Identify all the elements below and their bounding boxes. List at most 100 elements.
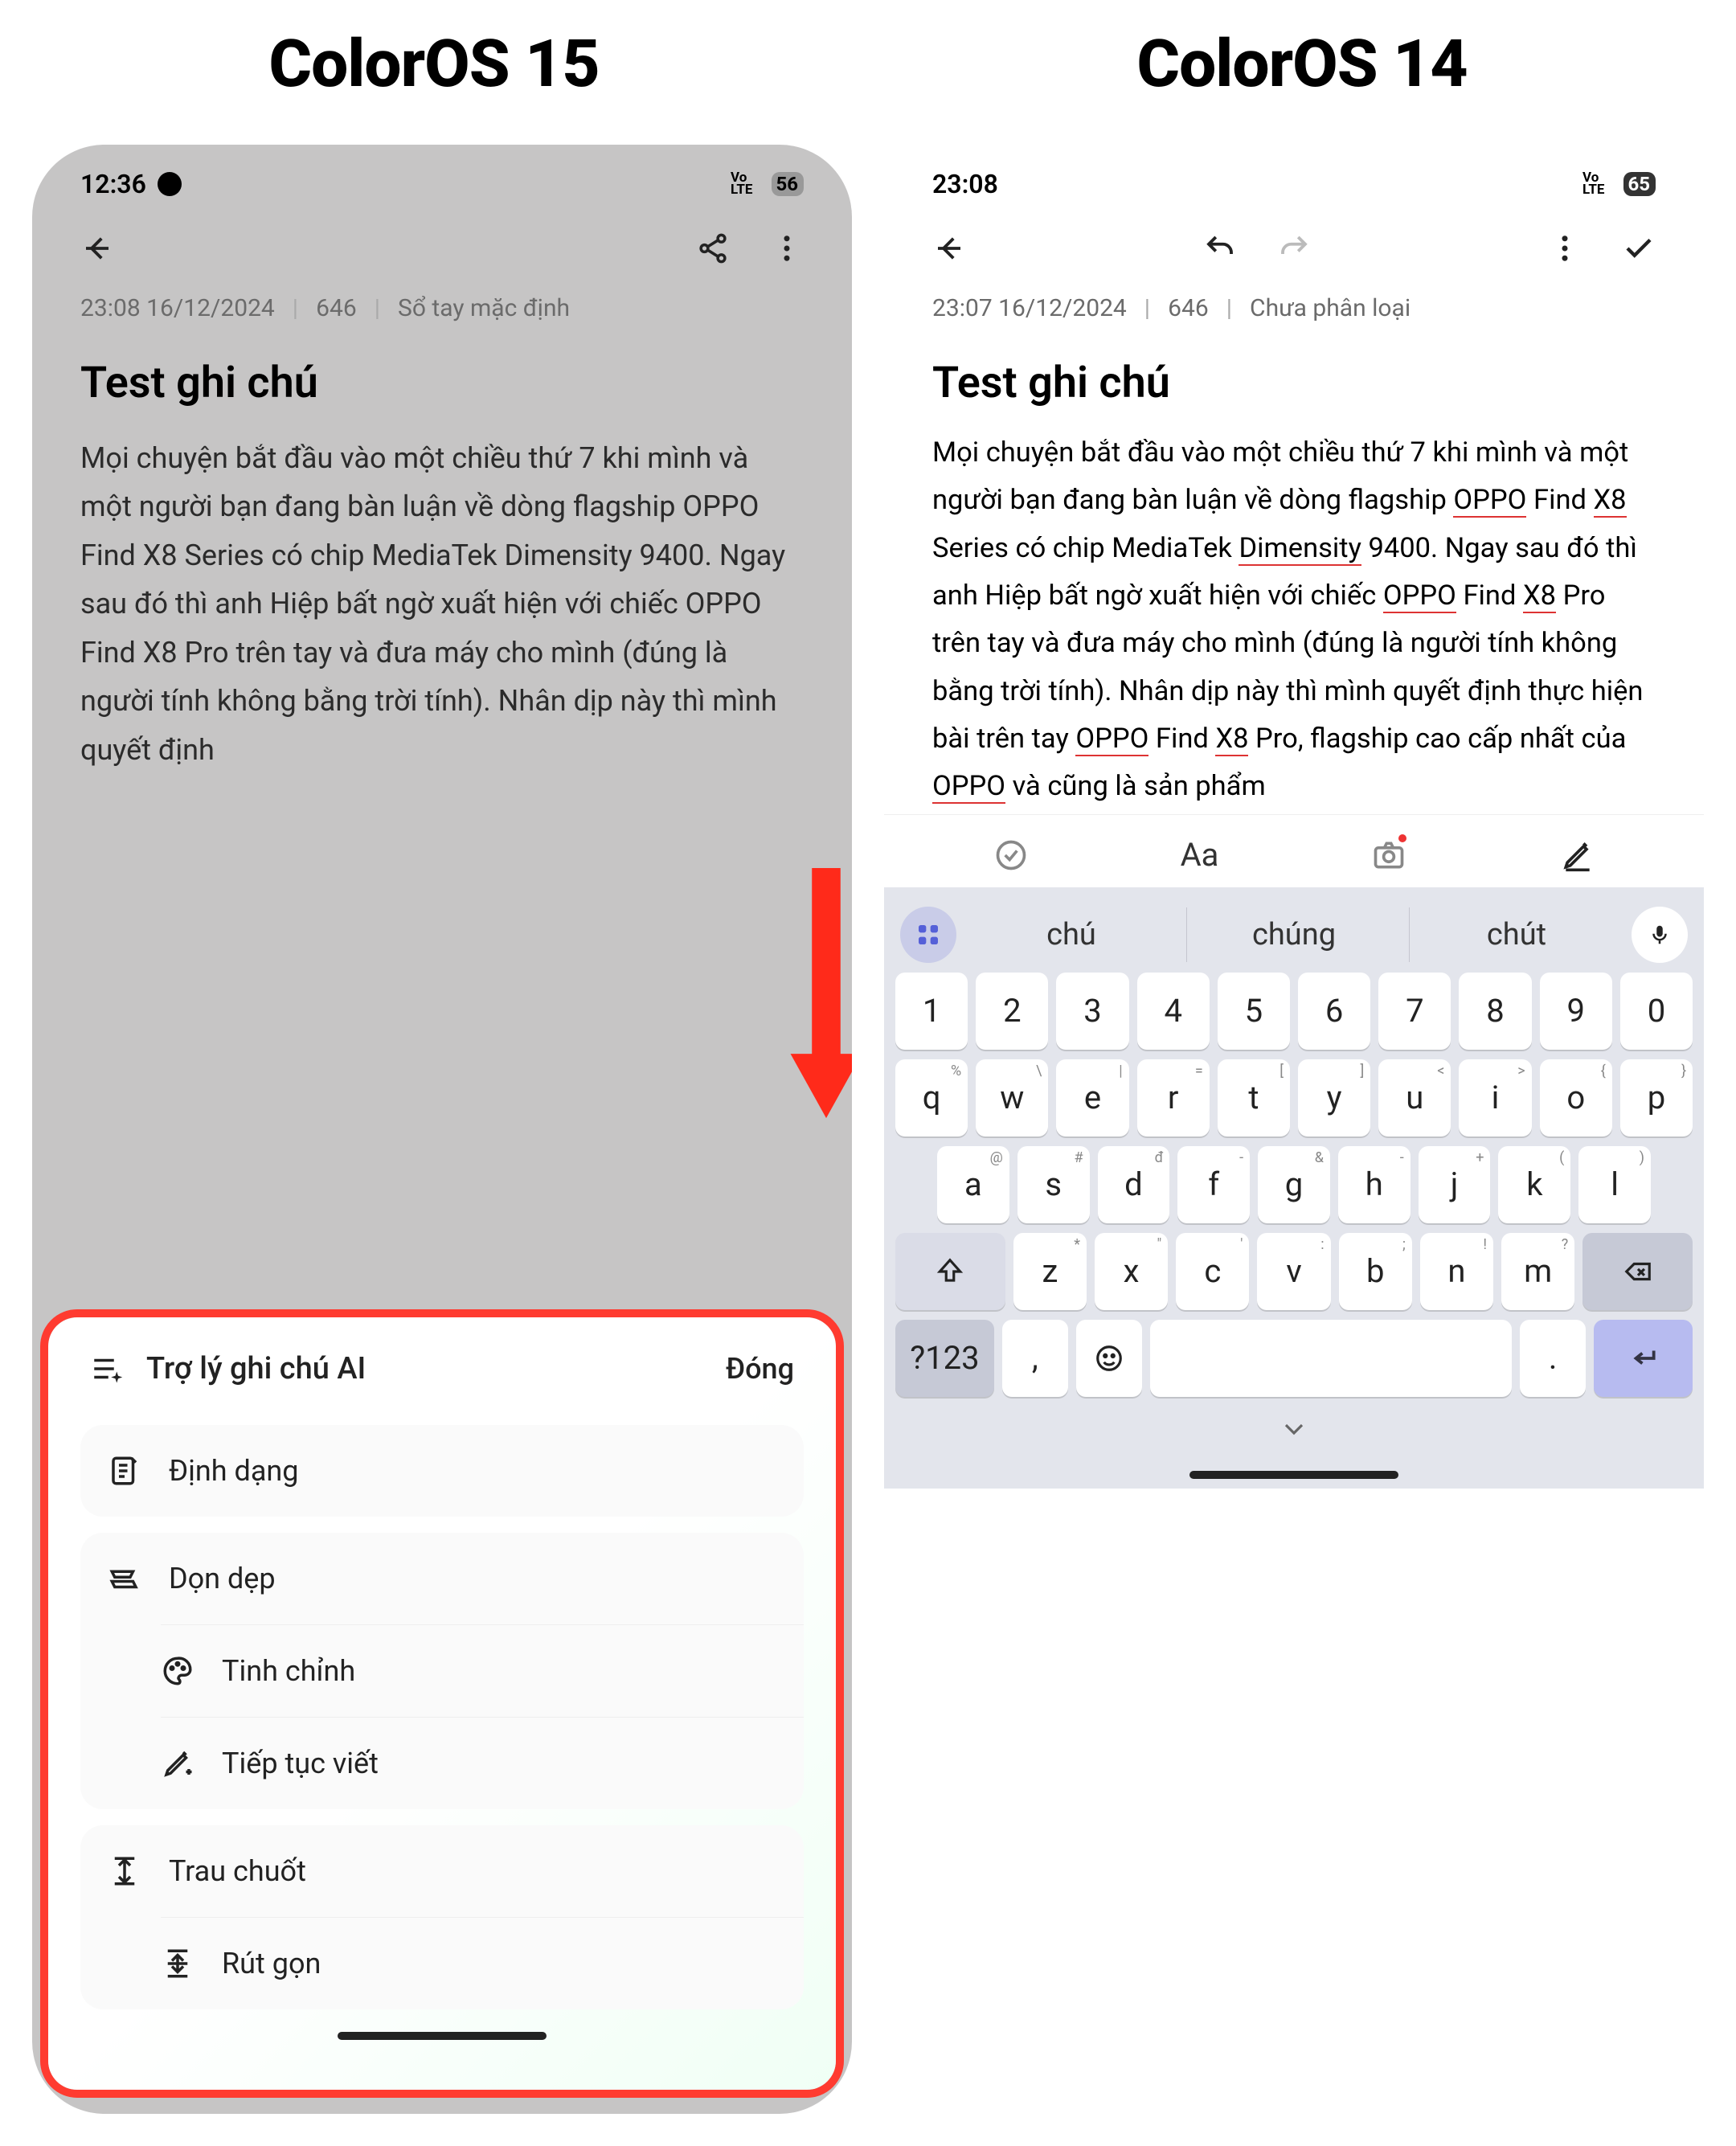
back-button[interactable] <box>932 231 966 265</box>
kb-key[interactable]: q% <box>895 1059 968 1136</box>
kb-suggestion[interactable]: chút <box>1409 907 1623 962</box>
volte-icon: VoLTE <box>1582 172 1604 197</box>
kb-key[interactable]: 4 <box>1137 973 1210 1050</box>
note-title[interactable]: Test ghi chú <box>884 330 1704 415</box>
kb-period-key[interactable]: . <box>1520 1320 1586 1397</box>
kb-backspace-key[interactable] <box>1582 1233 1693 1310</box>
kb-key[interactable]: p} <box>1620 1059 1693 1136</box>
kb-key[interactable]: dđ <box>1098 1146 1170 1223</box>
ai-item-format[interactable]: Định dạng <box>80 1425 804 1517</box>
undo-button[interactable] <box>1203 231 1237 265</box>
kb-key[interactable]: e| <box>1056 1059 1128 1136</box>
kb-apps-button[interactable] <box>900 907 956 963</box>
kb-key[interactable]: 1 <box>895 973 968 1050</box>
kb-key[interactable]: k( <box>1498 1146 1570 1223</box>
kb-key[interactable]: o{ <box>1540 1059 1612 1136</box>
done-button[interactable] <box>1622 231 1656 265</box>
kb-key[interactable]: y] <box>1298 1059 1370 1136</box>
kb-key[interactable]: z* <box>1013 1233 1087 1310</box>
kb-key[interactable]: c' <box>1176 1233 1249 1310</box>
kb-key[interactable]: 5 <box>1218 973 1290 1050</box>
kb-suggestion[interactable]: chúng <box>1186 907 1401 962</box>
spellcheck-word[interactable]: X8 <box>1215 723 1248 756</box>
kb-key[interactable]: i> <box>1459 1059 1531 1136</box>
ai-close-button[interactable]: Đóng <box>726 1352 794 1386</box>
spellcheck-word[interactable]: X8 <box>1523 580 1556 613</box>
more-button[interactable] <box>770 231 804 265</box>
note-text[interactable]: Find <box>1148 723 1215 755</box>
panel-coloros14: 23:08 VoLTE 65 <box>884 145 1704 2114</box>
kb-collapse-button[interactable] <box>891 1402 1697 1448</box>
spellcheck-word[interactable]: OPPO <box>1075 723 1148 756</box>
back-button[interactable] <box>80 231 114 265</box>
kb-key[interactable]: 6 <box>1298 973 1370 1050</box>
kb-shift-key[interactable] <box>895 1233 1005 1310</box>
spellcheck-word[interactable]: OPPO <box>1383 580 1456 613</box>
kb-key[interactable]: n! <box>1420 1233 1493 1310</box>
editor-toolbar: Aa <box>884 814 1704 887</box>
spellcheck-word[interactable]: OPPO <box>932 770 1005 804</box>
kb-space-key[interactable] <box>1150 1320 1513 1397</box>
home-indicator[interactable] <box>1189 1471 1398 1479</box>
kb-mic-button[interactable] <box>1632 907 1688 963</box>
share-button[interactable] <box>696 231 730 265</box>
note-text[interactable]: Find <box>1526 484 1593 516</box>
kb-key[interactable]: j+ <box>1419 1146 1491 1223</box>
ai-assistant-panel: Trợ lý ghi chú AI Đóng Định dạng Dọn dẹp <box>48 1317 836 2090</box>
kb-key[interactable]: w\ <box>976 1059 1048 1136</box>
note-toolbar <box>884 207 1704 273</box>
kb-key[interactable]: u< <box>1378 1059 1451 1136</box>
battery-indicator: 65 <box>1623 172 1656 196</box>
kb-key[interactable]: l) <box>1578 1146 1651 1223</box>
kb-symbols-key[interactable]: ?123 <box>895 1320 994 1397</box>
kb-key[interactable]: m? <box>1501 1233 1574 1310</box>
kb-key[interactable]: b; <box>1339 1233 1412 1310</box>
ai-item-continue[interactable]: Tiếp tục viết <box>161 1717 804 1809</box>
kb-key[interactable]: x" <box>1095 1233 1168 1310</box>
kb-key[interactable]: 7 <box>1378 973 1451 1050</box>
spellcheck-word[interactable]: Dimensity <box>1239 532 1361 566</box>
kb-key[interactable]: h- <box>1338 1146 1410 1223</box>
home-indicator[interactable] <box>338 2032 547 2040</box>
text-style-button[interactable]: Aa <box>1176 831 1224 879</box>
kb-key[interactable]: 9 <box>1540 973 1612 1050</box>
kb-emoji-key[interactable] <box>1076 1320 1142 1397</box>
kb-key[interactable]: r= <box>1137 1059 1210 1136</box>
kb-suggestion[interactable]: chú <box>964 907 1178 962</box>
kb-enter-key[interactable] <box>1594 1320 1693 1397</box>
kb-key[interactable]: g& <box>1258 1146 1330 1223</box>
note-folder: Chưa phân loại <box>1250 294 1410 322</box>
kb-comma-key[interactable]: , <box>1002 1320 1068 1397</box>
kb-key[interactable]: t[ <box>1218 1059 1290 1136</box>
ai-item-label: Tiếp tục viết <box>222 1747 379 1780</box>
ai-panel-title: Trợ lý ghi chú AI <box>146 1351 366 1386</box>
kb-key[interactable]: f- <box>1177 1146 1250 1223</box>
kb-key[interactable]: a@ <box>937 1146 1009 1223</box>
note-meta: 23:08 16/12/2024 | 646 | Sổ tay mặc định <box>32 273 852 330</box>
note-text[interactable]: Pro, flagship cao cấp nhất của <box>1248 723 1626 755</box>
note-body-editor[interactable]: Mọi chuyện bắt đầu vào một chiều thứ 7 k… <box>884 415 1704 814</box>
kb-key[interactable]: 8 <box>1459 973 1531 1050</box>
ai-item-tune[interactable]: Tinh chỉnh <box>161 1624 804 1717</box>
note-text[interactable]: Series có chip MediaTek <box>932 532 1239 564</box>
ai-item-shorten[interactable]: Rút gọn <box>161 1917 804 2009</box>
more-button[interactable] <box>1548 231 1582 265</box>
note-text[interactable]: và cũng là sản phẩm <box>1005 770 1266 802</box>
kb-key[interactable]: 3 <box>1056 973 1128 1050</box>
spellcheck-word[interactable]: X8 <box>1594 484 1627 518</box>
ai-item-cleanup[interactable]: Dọn dẹp <box>80 1533 804 1624</box>
redo-button[interactable] <box>1277 231 1311 265</box>
ai-item-polish[interactable]: Trau chuốt <box>80 1825 804 1917</box>
spellcheck-word[interactable]: OPPO <box>1453 484 1526 518</box>
note-body[interactable]: Mọi chuyện bắt đầu vào một chiều thứ 7 k… <box>32 415 852 777</box>
kb-key[interactable]: 2 <box>976 973 1048 1050</box>
camera-button[interactable] <box>1365 831 1413 879</box>
kb-key[interactable]: s# <box>1017 1146 1090 1223</box>
note-title[interactable]: Test ghi chú <box>32 330 852 415</box>
draw-button[interactable] <box>1554 831 1602 879</box>
kb-key[interactable]: 0 <box>1620 973 1693 1050</box>
note-text[interactable]: Find <box>1456 580 1523 612</box>
checklist-button[interactable] <box>987 831 1035 879</box>
kb-key[interactable]: v: <box>1257 1233 1330 1310</box>
note-datetime: 23:07 16/12/2024 <box>932 294 1127 322</box>
